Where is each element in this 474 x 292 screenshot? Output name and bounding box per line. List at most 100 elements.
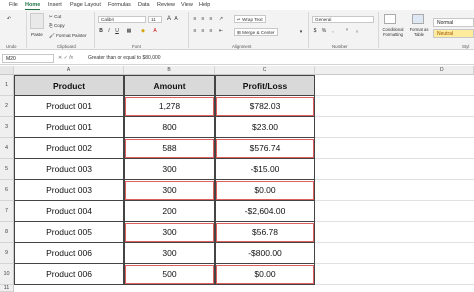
- increase-font-icon[interactable]: A: [166, 16, 172, 22]
- row-header[interactable]: 1: [0, 75, 14, 96]
- table-cell[interactable]: Product 003: [14, 159, 124, 180]
- align-bottom-icon[interactable]: ≡: [208, 16, 214, 22]
- table-cell[interactable]: 1,278: [124, 96, 215, 117]
- column-header-c[interactable]: C: [215, 66, 315, 75]
- table-cell[interactable]: 800: [124, 117, 215, 138]
- table-cell[interactable]: 500: [124, 264, 215, 285]
- table-cell[interactable]: -$800.00: [215, 243, 315, 264]
- table-cell[interactable]: 588: [124, 138, 215, 159]
- table-cell[interactable]: $56.78: [215, 222, 315, 243]
- conditional-formatting-icon[interactable]: [384, 14, 396, 24]
- table-header-cell[interactable]: Amount: [124, 75, 215, 96]
- table-cell[interactable]: Product 004: [14, 201, 124, 222]
- decrease-decimal-icon[interactable]: ₀: [354, 28, 360, 34]
- menu-insert[interactable]: Insert: [48, 0, 62, 10]
- number-format-select[interactable]: General: [312, 16, 374, 23]
- row-header[interactable]: 11: [0, 285, 14, 292]
- table-cell[interactable]: 300: [124, 243, 215, 264]
- row-header[interactable]: 10: [0, 264, 14, 285]
- table-cell[interactable]: 300: [124, 159, 215, 180]
- format-as-table-button[interactable]: Format as Table: [408, 27, 430, 37]
- formula-input[interactable]: Greater than or equal to $80,000: [88, 54, 161, 63]
- style-normal[interactable]: Normal: [433, 18, 474, 27]
- indent-icon[interactable]: ⇤: [218, 28, 224, 34]
- table-cell[interactable]: Product 006: [14, 243, 124, 264]
- row-header[interactable]: 9: [0, 243, 14, 264]
- table-cell[interactable]: $782.03: [215, 96, 315, 117]
- style-neutral[interactable]: Neutral: [433, 29, 474, 38]
- align-top-icon[interactable]: ≡: [192, 16, 198, 22]
- table-cell[interactable]: Product 001: [14, 117, 124, 138]
- menu-help[interactable]: Help: [199, 0, 210, 10]
- cancel-icon[interactable]: ✕: [58, 55, 62, 61]
- row-header[interactable]: 3: [0, 117, 14, 138]
- menu-formulas[interactable]: Formulas: [108, 0, 131, 10]
- row-header[interactable]: 2: [0, 96, 14, 117]
- format-painter-button[interactable]: 🖌 Format Painter: [49, 33, 87, 39]
- menu-data[interactable]: Data: [138, 0, 150, 10]
- copy-label: Copy: [53, 23, 65, 28]
- row-header[interactable]: 4: [0, 138, 14, 159]
- align-middle-icon[interactable]: ≡: [200, 16, 206, 22]
- underline-icon[interactable]: U: [114, 28, 120, 34]
- font-size-select[interactable]: 11: [148, 16, 162, 23]
- column-header-a[interactable]: A: [14, 66, 124, 75]
- table-cell[interactable]: Product 001: [14, 96, 124, 117]
- paste-button[interactable]: Paste: [31, 32, 43, 37]
- percent-icon[interactable]: %: [321, 28, 327, 34]
- conditional-formatting-button[interactable]: Conditional Formatting: [380, 27, 406, 37]
- row-header[interactable]: 6: [0, 180, 14, 201]
- font-color-icon[interactable]: A: [152, 28, 158, 34]
- table-cell[interactable]: 200: [124, 201, 215, 222]
- table-cell[interactable]: $576.74: [215, 138, 315, 159]
- copy-button[interactable]: ⎘ Copy: [49, 23, 65, 28]
- align-center-icon[interactable]: ≡: [200, 28, 206, 34]
- fill-color-icon[interactable]: ◆: [140, 28, 146, 34]
- italic-icon[interactable]: I: [106, 28, 112, 34]
- row-header[interactable]: 7: [0, 201, 14, 222]
- table-cell[interactable]: -$2,604.00: [215, 201, 315, 222]
- table-cell[interactable]: Product 003: [14, 180, 124, 201]
- increase-decimal-icon[interactable]: ⁰: [344, 28, 350, 34]
- currency-icon[interactable]: $: [312, 28, 318, 34]
- decrease-font-icon[interactable]: A: [173, 16, 179, 22]
- fx-icon[interactable]: fx: [69, 55, 73, 61]
- menu-home[interactable]: Home: [25, 0, 41, 10]
- table-cell[interactable]: Product 006: [14, 264, 124, 285]
- table-cell[interactable]: Product 002: [14, 138, 124, 159]
- undo-icon[interactable]: ↶: [6, 16, 12, 22]
- menu-review[interactable]: Review: [157, 0, 175, 10]
- table-cell[interactable]: $23.00: [215, 117, 315, 138]
- table-cell[interactable]: $0.00: [215, 180, 315, 201]
- table-cell[interactable]: 300: [124, 180, 215, 201]
- align-right-icon[interactable]: ≡: [208, 28, 214, 34]
- table-header-cell[interactable]: Product: [14, 75, 124, 96]
- table-cell[interactable]: $0.00: [215, 264, 315, 285]
- table-cell[interactable]: Product 005: [14, 222, 124, 243]
- font-name-select[interactable]: Calibri: [98, 16, 146, 23]
- bold-icon[interactable]: B: [98, 28, 104, 34]
- paste-icon[interactable]: [30, 13, 44, 29]
- orientation-icon[interactable]: ↗: [218, 16, 224, 22]
- table-header-cell[interactable]: Profit/Loss: [215, 75, 315, 96]
- menu-view[interactable]: View: [181, 0, 193, 10]
- cut-button[interactable]: ✂ Cut: [49, 14, 61, 20]
- menu-page-layout[interactable]: Page Layout: [70, 0, 101, 10]
- align-left-icon[interactable]: ≡: [192, 28, 198, 34]
- row-header[interactable]: 5: [0, 159, 14, 180]
- merge-center-button[interactable]: ⊞ Merge & Center: [234, 28, 278, 36]
- wrap-text-button[interactable]: ↵ Wrap Text: [234, 15, 266, 23]
- borders-icon[interactable]: ▦: [126, 28, 132, 34]
- select-all-corner[interactable]: [0, 66, 14, 75]
- name-box[interactable]: M20: [2, 54, 54, 63]
- row-header[interactable]: 8: [0, 222, 14, 243]
- chevron-down-icon[interactable]: ▾: [298, 29, 304, 35]
- format-as-table-icon[interactable]: [412, 14, 424, 24]
- enter-icon[interactable]: ✓: [64, 55, 68, 61]
- comma-icon[interactable]: ,: [330, 28, 336, 34]
- menu-file[interactable]: File: [9, 0, 18, 10]
- table-cell[interactable]: 300: [124, 222, 215, 243]
- table-cell[interactable]: -$15.00: [215, 159, 315, 180]
- column-header-d[interactable]: D: [315, 66, 474, 75]
- column-header-b[interactable]: B: [124, 66, 215, 75]
